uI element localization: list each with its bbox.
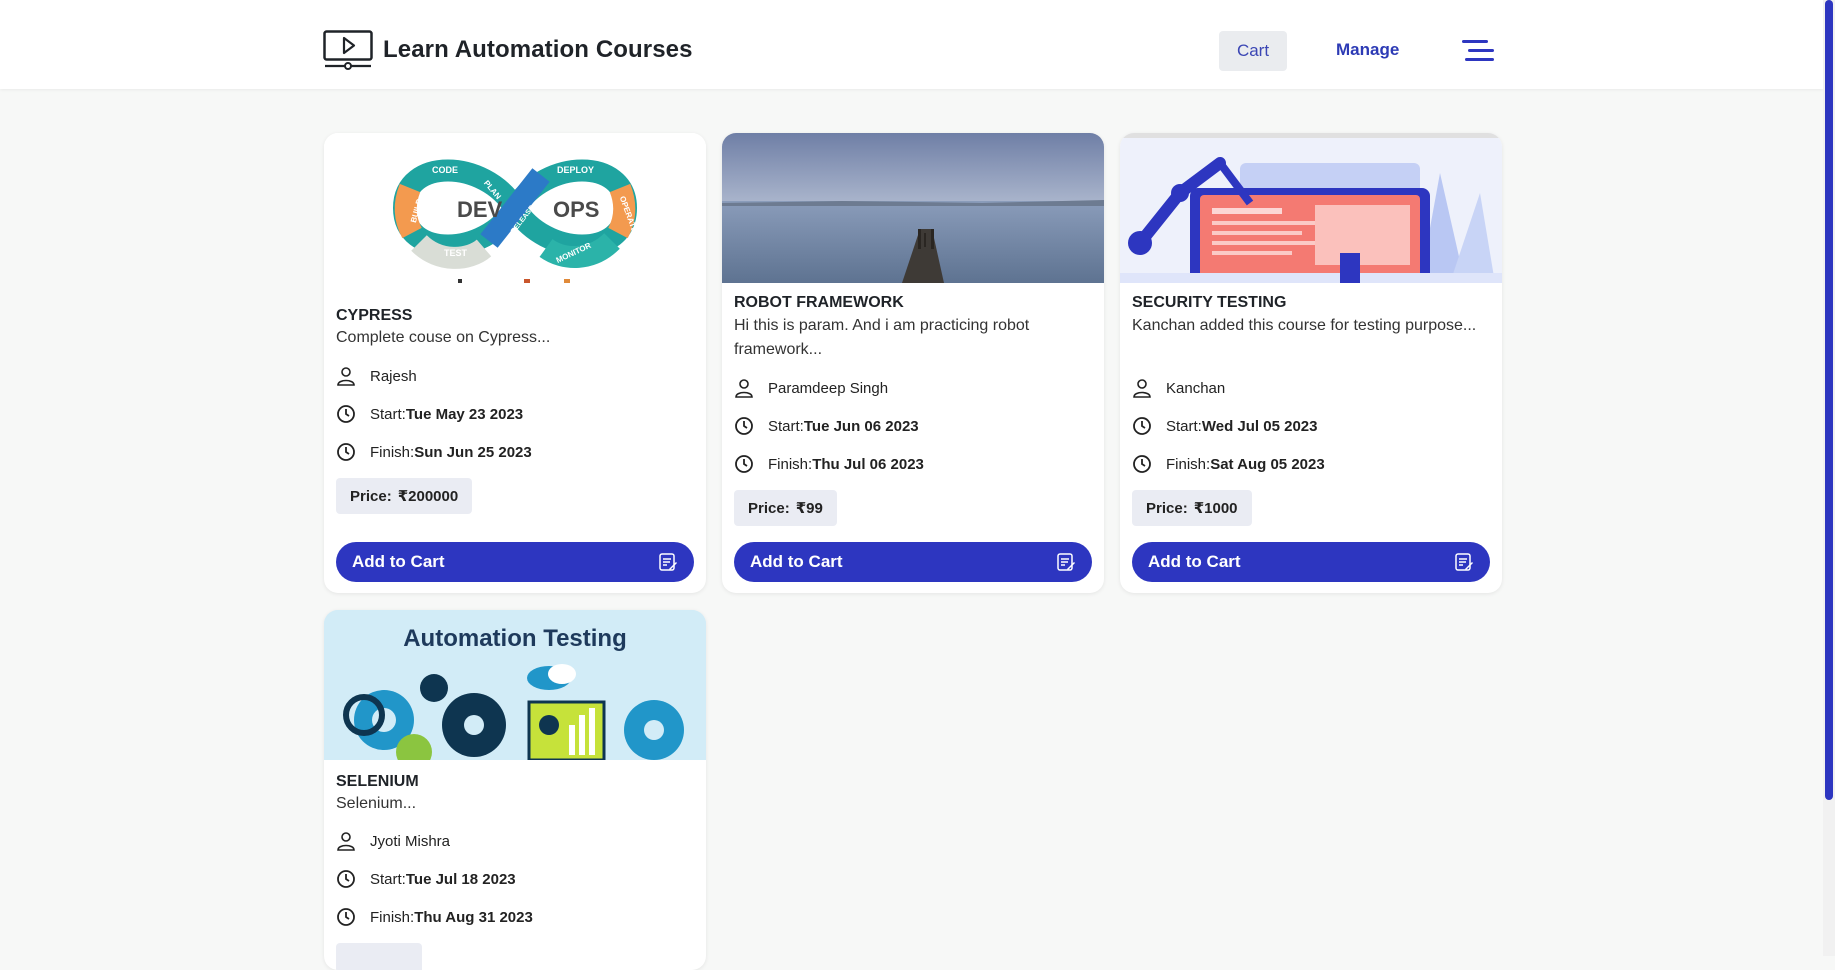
- course-image: [722, 133, 1104, 283]
- price-badge: Price: ₹99: [734, 490, 837, 526]
- top-navbar: Learn Automation Courses Cart Manage: [0, 0, 1823, 89]
- price-value: ₹99: [795, 500, 823, 517]
- finish-date: Thu Aug 31 2023: [414, 908, 533, 926]
- hamburger-menu-icon[interactable]: [1462, 40, 1494, 62]
- course-image: DEV OPS CODE PLAN BUILD RELEASE DEPLOY O…: [324, 133, 706, 283]
- course-title[interactable]: SECURITY TESTING: [1132, 294, 1286, 312]
- clock-icon: [337, 908, 355, 926]
- course-finish-row: Finish: Sun Jun 25 2023: [336, 441, 532, 463]
- clock-icon: [337, 443, 355, 461]
- course-finish-row: Finish: Sat Aug 05 2023: [1132, 453, 1325, 475]
- course-image: [1120, 133, 1502, 283]
- course-description: Selenium...: [336, 795, 417, 812]
- finish-date: Sun Jun 25 2023: [414, 443, 532, 461]
- course-image: Automation Testing: [324, 610, 706, 760]
- clock-icon: [337, 870, 355, 888]
- start-label: Start:: [768, 417, 804, 435]
- course-start-row: Start: Tue Jun 06 2023: [734, 415, 919, 437]
- finish-label: Finish:: [1166, 455, 1211, 473]
- course-author: Rajesh: [370, 367, 417, 385]
- start-date: Wed Jul 05 2023: [1201, 417, 1318, 435]
- finish-label: Finish:: [768, 455, 813, 473]
- svg-text:TEST: TEST: [444, 248, 468, 258]
- add-to-cart-button[interactable]: Add to Cart: [734, 542, 1092, 582]
- course-title[interactable]: ROBOT FRAMEWORK: [734, 294, 904, 312]
- course-author: Paramdeep Singh: [768, 379, 889, 397]
- price-label: Price:: [350, 487, 392, 505]
- user-icon: [1133, 379, 1151, 398]
- course-author-row: Kanchan: [1132, 377, 1225, 399]
- add-to-cart-label: Add to Cart: [352, 552, 445, 571]
- brand-title[interactable]: Learn Automation Courses: [383, 36, 693, 64]
- svg-text:Automation Testing: Automation Testing: [403, 625, 627, 652]
- user-icon: [735, 379, 753, 398]
- video-player-icon[interactable]: [323, 30, 373, 70]
- price-badge: Price: ₹200000: [336, 478, 473, 514]
- start-label: Start:: [370, 870, 406, 888]
- course-start-row: Start: Tue Jul 18 2023: [336, 868, 516, 890]
- note-edit-icon: [1057, 553, 1075, 571]
- user-icon: [337, 832, 355, 851]
- clock-icon: [1133, 417, 1151, 435]
- add-to-cart-button[interactable]: Add to Cart: [336, 542, 694, 582]
- course-author: Jyoti Mishra: [370, 832, 451, 850]
- note-edit-icon: [1455, 553, 1473, 571]
- svg-text:OPS: OPS: [553, 197, 599, 222]
- start-label: Start:: [370, 405, 406, 423]
- start-date: Tue Jul 18 2023: [405, 870, 516, 888]
- course-description: Complete couse on Cypress...: [336, 329, 551, 346]
- finish-date: Sat Aug 05 2023: [1210, 455, 1325, 473]
- course-description: Hi this is param. And i am practicing ro…: [734, 317, 1030, 358]
- devops-infinity-image: DEV OPS CODE PLAN BUILD RELEASE DEPLOY O…: [392, 159, 639, 283]
- course-card: DEV OPS CODE PLAN BUILD RELEASE DEPLOY O…: [324, 133, 706, 593]
- start-date: Tue Jun 06 2023: [803, 417, 919, 435]
- cart-button[interactable]: Cart: [1219, 31, 1287, 71]
- course-description: Kanchan added this course for testing pu…: [1132, 317, 1477, 334]
- course-author: Kanchan: [1166, 379, 1226, 397]
- course-title[interactable]: CYPRESS: [336, 307, 412, 325]
- course-author-row: Jyoti Mishra: [336, 830, 450, 852]
- start-label: Start:: [1166, 417, 1202, 435]
- lake-pier-image: [722, 133, 1104, 283]
- svg-text:DEPLOY: DEPLOY: [557, 165, 594, 175]
- price-badge: [336, 943, 422, 970]
- automation-testing-image: Automation Testing: [324, 610, 706, 760]
- finish-label: Finish:: [370, 443, 415, 461]
- svg-text:CODE: CODE: [432, 165, 458, 175]
- course-card: ROBOT FRAMEWORK Hi this is param. And i …: [722, 133, 1104, 593]
- security-robot-image: [1120, 133, 1502, 283]
- course-finish-row: Finish: Thu Aug 31 2023: [336, 906, 533, 928]
- start-date: Tue May 23 2023: [405, 405, 524, 423]
- note-edit-icon: [659, 553, 677, 571]
- course-title[interactable]: SELENIUM: [336, 773, 419, 791]
- add-to-cart-label: Add to Cart: [750, 552, 843, 571]
- course-author-row: Paramdeep Singh: [734, 377, 888, 399]
- price-value: ₹200000: [397, 488, 459, 505]
- add-to-cart-label: Add to Cart: [1148, 552, 1241, 571]
- user-icon: [337, 367, 355, 386]
- clock-icon: [735, 417, 753, 435]
- scrollbar-thumb[interactable]: [1825, 0, 1833, 800]
- price-value: ₹1000: [1193, 500, 1238, 517]
- price-badge: Price: ₹1000: [1132, 490, 1252, 526]
- clock-icon: [337, 405, 355, 423]
- course-start-row: Start: Wed Jul 05 2023: [1132, 415, 1317, 437]
- add-to-cart-button[interactable]: Add to Cart: [1132, 542, 1490, 582]
- course-card: SECURITY TESTING Kanchan added this cour…: [1120, 133, 1502, 593]
- finish-label: Finish:: [370, 908, 415, 926]
- clock-icon: [1133, 455, 1151, 473]
- price-label: Price:: [748, 499, 790, 517]
- manage-link[interactable]: Manage: [1336, 40, 1399, 60]
- course-start-row: Start: Tue May 23 2023: [336, 403, 523, 425]
- clock-icon: [735, 455, 753, 473]
- finish-date: Thu Jul 06 2023: [812, 455, 924, 473]
- course-card: Automation Testing SELENIUM Selenium... …: [324, 610, 706, 970]
- price-label: Price:: [1146, 499, 1188, 517]
- course-finish-row: Finish: Thu Jul 06 2023: [734, 453, 924, 475]
- course-author-row: Rajesh: [336, 365, 417, 387]
